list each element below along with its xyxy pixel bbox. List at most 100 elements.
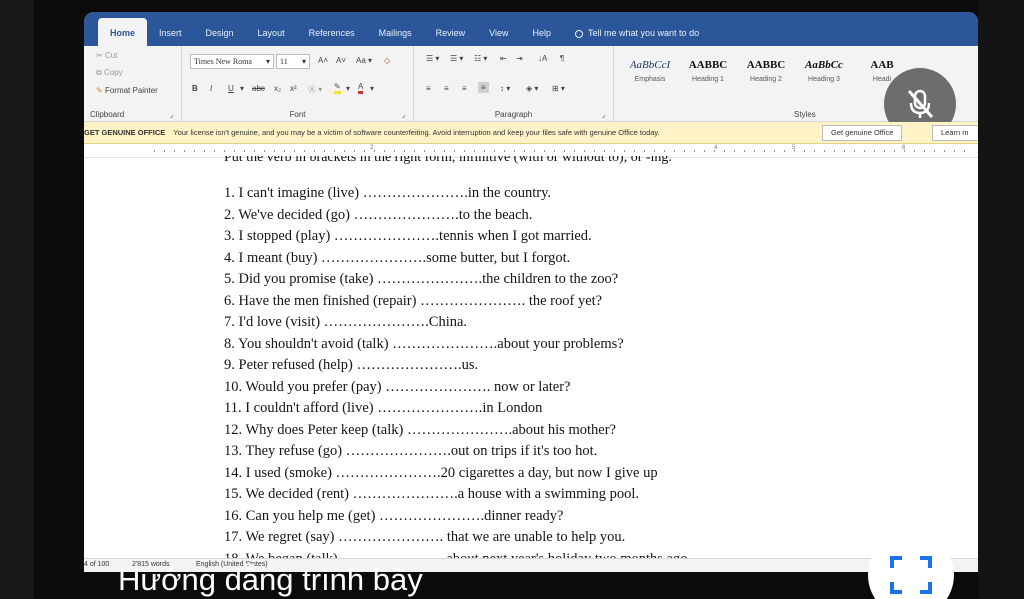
tab-mailings[interactable]: Mailings [367,18,424,46]
exercise-item: 16. Can you help me (get) ………………….dinner… [224,508,564,524]
clear-formatting-icon[interactable]: ◇ [384,56,390,65]
underline-dropdown-icon[interactable]: ▾ [240,84,244,93]
strikethrough-button[interactable]: abc [252,84,265,93]
cut-label: Cut [104,51,118,60]
style-emphasis[interactable]: AaBbCcI Emphasis [622,54,678,96]
text-effects-icon[interactable]: Ⓐ ▾ [308,84,322,95]
exercise-item: 14. I used (smoke) ………………….20 cigarettes… [224,465,658,481]
numbering-icon[interactable]: ☰ ▾ [450,54,463,63]
tab-view[interactable]: View [477,18,520,46]
increase-indent-icon[interactable]: ⇥ [516,54,523,63]
exercise-item: 1. I can't imagine (live) ………………….in the… [224,185,552,201]
shrink-font-button[interactable]: A˅ [336,56,346,65]
tell-me-text: Tell me what you want to do [588,28,700,38]
decrease-indent-icon[interactable]: ⇤ [500,54,507,63]
shading-icon[interactable]: ◈ ▾ [526,84,538,93]
exercise-item: 6. Have the men finished (repair) ………………… [224,293,603,309]
paragraph-label: Paragraph [494,110,533,119]
ruler-number: 5 [792,145,796,151]
font-launcher-icon[interactable]: ⌟ [402,111,405,119]
get-genuine-office-button[interactable]: Get genuine Office [822,125,903,141]
microphone-off-icon [907,89,934,118]
paragraph-launcher-icon[interactable]: ⌟ [602,111,605,119]
borders-icon[interactable]: ⊞ ▾ [552,84,565,93]
align-left-icon[interactable]: ≡ [426,84,431,93]
format-painter-label: Format Painter [104,86,158,95]
ribbon-tab-bar: Home Insert Design Layout References Mai… [84,12,978,46]
style-name: Heading 2 [750,76,782,83]
exercise-item: 9. Peter refused (help) ………………….us. [224,357,479,373]
line-spacing-icon[interactable]: ↕ ▾ [500,84,510,93]
exercise-item: 7. I'd love (visit) ………………….China. [224,314,468,330]
style-sample: AaBbCcI [629,59,671,71]
justify-icon[interactable]: ≡ [478,82,489,93]
tab-layout[interactable]: Layout [246,18,297,46]
tab-references[interactable]: References [297,18,367,46]
tab-insert[interactable]: Insert [147,18,194,46]
pilcrow-icon[interactable]: ¶ [560,54,564,63]
tab-home[interactable]: Home [98,18,148,46]
exercise-item: 15. We decided (rent) ………………….a house wi… [224,486,639,502]
font-size-select[interactable]: 11 ▾ [276,54,310,69]
instruction-line-partial: Put the verb in brackets in the right fo… [224,156,672,164]
document-page[interactable]: Put the verb in brackets in the right fo… [84,156,978,565]
video-caption: Hướng dẫng trình bày [118,562,423,597]
underline-button[interactable]: U [228,84,234,93]
ruler-number: 4 [714,145,718,151]
align-right-icon[interactable]: ≡ [462,84,467,93]
highlight-dropdown-icon[interactable]: ▾ [346,84,350,93]
exercise-item: 17. We regret (say) …………………. that we are… [224,529,626,545]
subscript-button[interactable]: x₂ [274,84,281,93]
italic-button[interactable]: I [210,84,212,93]
ruler-ticks [154,150,968,152]
style-heading-3[interactable]: AaBbCc Heading 3 [796,54,852,96]
ribbon: ✂ Cut ⧉ Copy ✎ Format Painter Clipboard … [84,46,978,140]
font-color-icon[interactable]: A [358,82,364,94]
paintbrush-icon: ✎ [96,86,103,95]
clipboard-launcher-icon[interactable]: ⌟ [170,111,173,119]
bold-button[interactable]: B [192,84,198,93]
font-color-dropdown-icon[interactable]: ▾ [370,84,374,93]
highlight-color-icon[interactable]: ✎ [334,82,341,94]
format-painter-button[interactable]: ✎ Format Painter [96,86,158,95]
expand-icon [890,556,932,594]
change-case-button[interactable]: Aa ▾ [356,56,372,65]
align-center-icon[interactable]: ≡ [444,84,449,93]
learn-more-button[interactable]: Learn m [932,125,977,141]
lightbulb-icon [575,30,584,38]
sort-icon[interactable]: ↓A [538,54,547,63]
fullscreen-button[interactable] [868,532,954,599]
style-sample: AABBC [688,59,728,71]
font-size-value: 11 [280,57,288,66]
style-name: Heading 3 [808,76,840,83]
bullets-icon[interactable]: ☰ ▾ [426,54,439,63]
font-name-select[interactable]: Times New Roma ▾ [190,54,274,69]
cut-button[interactable]: ✂ Cut [96,51,117,60]
infobar-title: GET GENUINE OFFICE [84,128,166,137]
copy-label: Copy [103,68,123,77]
grow-font-button[interactable]: A˄ [318,56,328,65]
style-sample: AaBbCc [805,59,843,71]
style-heading-1[interactable]: AABBC Heading 1 [680,54,736,96]
chevron-down-icon: ▾ [265,57,270,66]
copy-button[interactable]: ⧉ Copy [96,68,123,78]
genuine-office-infobar: GET GENUINE OFFICE Your license isn't ge… [84,122,978,144]
style-name: Emphasis [634,76,666,83]
word-window: Home Insert Design Layout References Mai… [84,12,978,572]
chevron-down-icon: ▾ [301,57,306,66]
tab-review[interactable]: Review [424,18,478,46]
superscript-button[interactable]: x² [290,84,297,93]
exercise-item: 13. They refuse (go) ………………….out on trip… [224,443,598,459]
tab-help[interactable]: Help [521,18,564,46]
font-label: Font [289,110,306,119]
tab-design[interactable]: Design [194,18,246,46]
exercise-item: 5. Did you promise (take) ………………….the ch… [224,271,619,287]
infobar-message: Your license isn't genuine, and you may … [173,128,660,137]
clipboard-label: Clipboard [90,110,125,119]
exercise-item: 12. Why does Peter keep (talk) ………………….a… [224,422,616,438]
tell-me-box[interactable]: Tell me what you want to do [563,18,711,46]
style-heading-2[interactable]: AABBC Heading 2 [738,54,794,96]
ruler-number: 2 [370,145,374,151]
multilevel-list-icon[interactable]: ☷ ▾ [474,54,487,63]
page-count[interactable]: 4 of 100 [84,561,109,568]
